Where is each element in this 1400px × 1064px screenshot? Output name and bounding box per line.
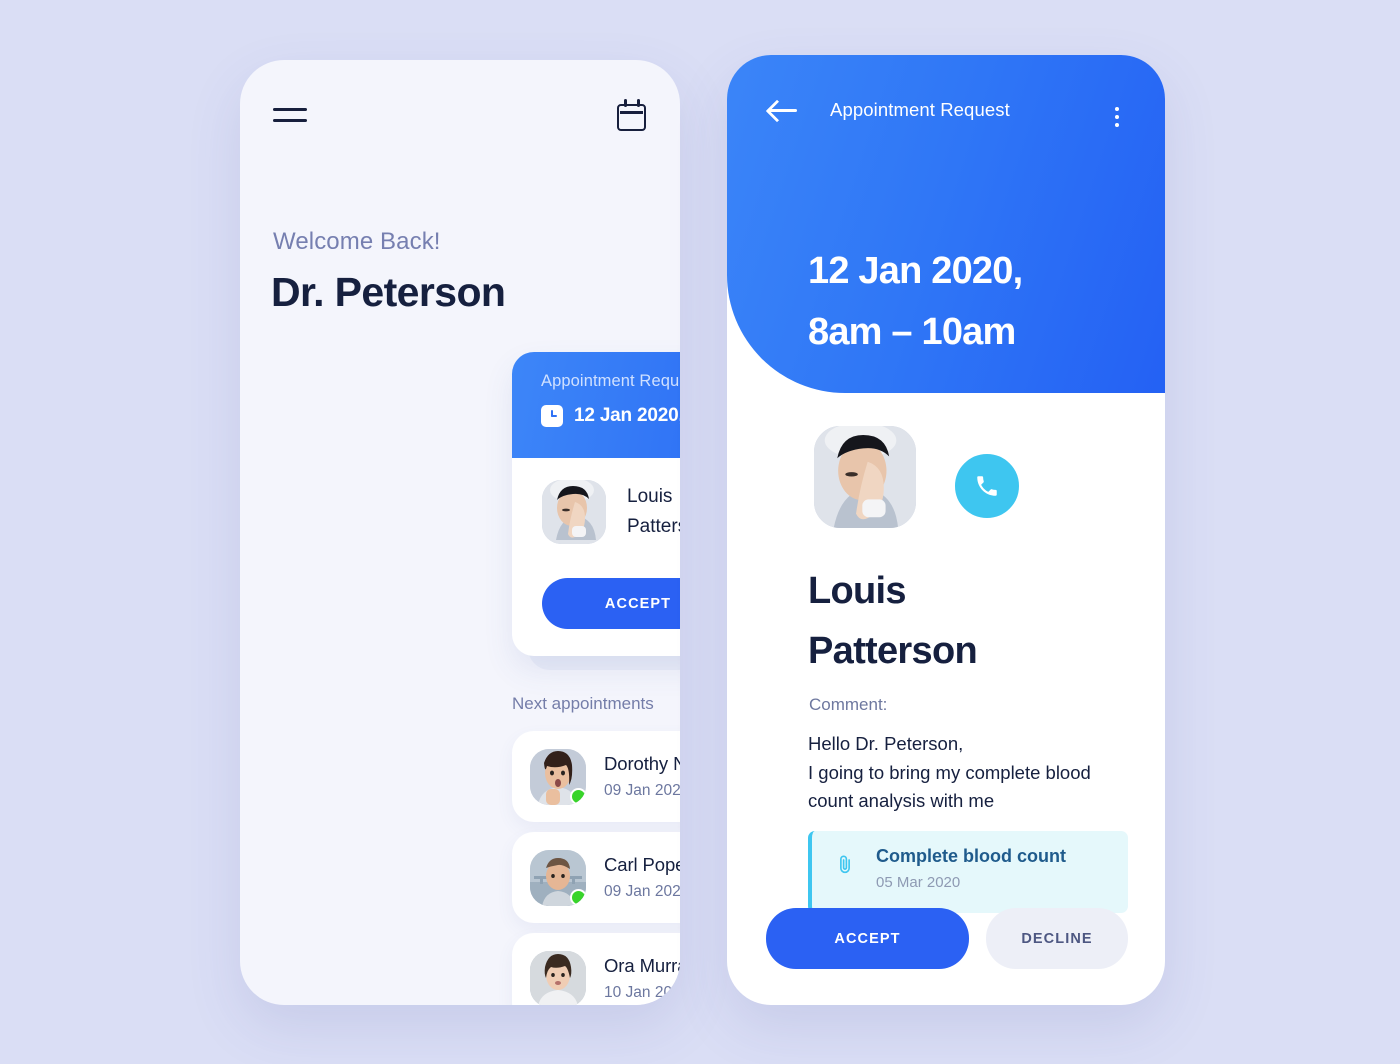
patient-row: Louis Patterson i xyxy=(542,480,680,544)
status-badge xyxy=(570,787,586,805)
hero-datetime-line2: 8am – 10am xyxy=(808,311,1016,353)
accept-button[interactable]: ACCEPT xyxy=(766,908,969,969)
next-appointments-label: Next appointments xyxy=(512,694,654,713)
kebab-menu-icon[interactable] xyxy=(1115,107,1119,131)
calendar-icon[interactable] xyxy=(617,99,647,131)
appointment-datetime: 09 Jan 2020, 11am - 02pm xyxy=(604,883,680,900)
request-card-body: Louis Patterson i ACCEPT DECLINE xyxy=(512,458,680,629)
request-datetime-row: 12 Jan 2020, 8am – 10am xyxy=(541,405,680,427)
back-arrow-icon[interactable] xyxy=(769,99,797,121)
page-title: Dr. Peterson xyxy=(271,269,506,315)
call-button[interactable] xyxy=(949,448,1025,524)
status-badge xyxy=(570,888,586,906)
avatar xyxy=(530,849,586,906)
avatar xyxy=(808,420,922,534)
comment-line-1: Hello Dr. Peterson, xyxy=(808,733,964,754)
decline-button[interactable]: DECLINE xyxy=(986,908,1128,969)
detail-patient-name-line2: Patterson xyxy=(808,630,978,672)
clock-icon xyxy=(541,405,563,427)
accept-button[interactable]: ACCEPT xyxy=(542,578,680,629)
avatar xyxy=(530,748,586,805)
appointments-list: Dorothy Nelson 09 Jan 2020, 8am - 10am xyxy=(512,731,680,1005)
request-actions: ACCEPT DECLINE xyxy=(542,578,680,629)
list-item[interactable]: Carl Pope 09 Jan 2020, 11am - 02pm xyxy=(512,832,680,923)
paperclip-icon xyxy=(840,855,850,874)
detail-patient-name-line1: Louis xyxy=(808,570,907,612)
detail-patient-name: Louis Patterson xyxy=(808,561,1108,681)
request-card-title: Appointment Request xyxy=(541,372,680,390)
detail-title: Appointment Request xyxy=(830,99,1010,120)
list-item-text: Dorothy Nelson 09 Jan 2020, 8am - 10am xyxy=(604,753,680,800)
appointment-name: Dorothy Nelson xyxy=(604,753,680,774)
comment-body: Hello Dr. Peterson, I going to bring my … xyxy=(808,730,1118,816)
request-datetime: 12 Jan 2020, 8am – 10am xyxy=(574,405,680,426)
list-item-text: Ora Murray 10 Jan 2020, 09am - 10am xyxy=(604,955,680,1002)
avatar xyxy=(530,950,586,1005)
greeting-text: Welcome Back! xyxy=(273,228,441,255)
attachment-title: Complete blood count xyxy=(876,846,1066,866)
dashboard-topbar xyxy=(240,60,680,170)
comment-label: Comment: xyxy=(809,695,888,714)
hero-datetime-line1: 12 Jan 2020, xyxy=(808,250,1023,292)
patient-name-line2: Patterson xyxy=(627,516,680,537)
appointment-datetime: 09 Jan 2020, 8am - 10am xyxy=(604,782,680,799)
hamburger-icon[interactable] xyxy=(273,105,307,125)
list-item[interactable]: Ora Murray 10 Jan 2020, 09am - 10am xyxy=(512,933,680,1005)
hero-datetime: 12 Jan 2020, 8am – 10am xyxy=(808,241,1138,363)
attachment-date: 05 Mar 2020 xyxy=(876,874,961,891)
attachment-card[interactable]: Complete blood count 05 Mar 2020 xyxy=(808,831,1128,913)
patient-name: Louis Patterson xyxy=(627,482,680,542)
appointment-request-card: Appointment Request 12 Jan 2020, 8am – 1… xyxy=(512,352,680,656)
screenshot-canvas: Welcome Back! Dr. Peterson Appointment R… xyxy=(0,0,1400,1064)
patient-name-line1: Louis xyxy=(627,486,673,507)
detail-actions: ACCEPT DECLINE xyxy=(766,908,1128,969)
phone-screen-detail: Appointment Request 12 Jan 2020, 8am – 1… xyxy=(727,55,1165,1005)
appointment-datetime: 10 Jan 2020, 09am - 10am xyxy=(604,984,680,1001)
list-item-text: Carl Pope 09 Jan 2020, 11am - 02pm xyxy=(604,854,680,901)
comment-line-3: count analysis with me xyxy=(808,790,995,811)
phone-screen-dashboard: Welcome Back! Dr. Peterson Appointment R… xyxy=(240,60,680,1005)
comment-line-2: I going to bring my complete blood xyxy=(808,761,1091,783)
phone-icon xyxy=(977,476,997,496)
avatar xyxy=(542,480,606,544)
detail-topbar: Appointment Request xyxy=(727,55,1165,165)
request-card-header: Appointment Request 12 Jan 2020, 8am – 1… xyxy=(512,352,680,458)
appointment-name: Carl Pope xyxy=(604,854,680,875)
appointment-name: Ora Murray xyxy=(604,955,680,976)
list-item[interactable]: Dorothy Nelson 09 Jan 2020, 8am - 10am xyxy=(512,731,680,822)
